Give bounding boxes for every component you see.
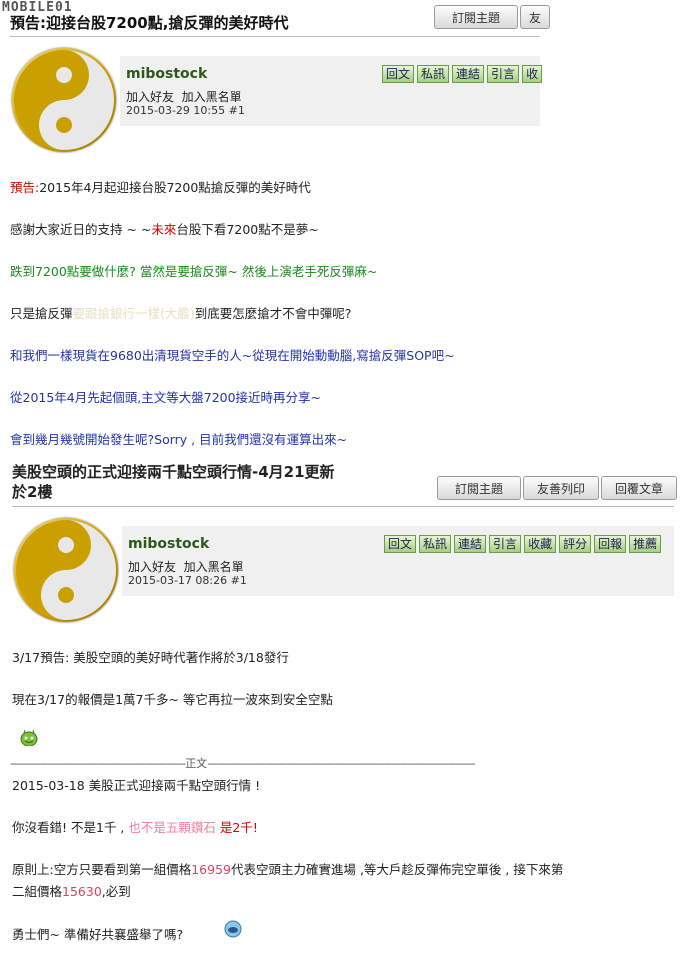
favorite-button-partial[interactable]: 收 <box>522 65 543 83</box>
add-friend-link[interactable]: 加入好友 <box>126 90 174 104</box>
private-message-button[interactable]: 私訊 <box>419 535 452 553</box>
post2-action-buttons: 回文 私訊 連結 引言 收藏 評分 回報 推薦 <box>384 535 664 553</box>
post2-floor[interactable]: #1 <box>231 574 247 587</box>
yin-yang-icon <box>16 520 116 620</box>
post1-line5: 和我們一樣現貨在9680出清現貨空手的人~從現在開始動動腦,寫搶反彈SOP吧~ <box>10 348 455 363</box>
post1-username[interactable]: mibostock <box>126 66 207 82</box>
private-message-button[interactable]: 私訊 <box>417 65 450 83</box>
add-blacklist-link[interactable]: 加入黑名單 <box>182 90 242 104</box>
subscribe-topic-button[interactable]: 訂閱主題 <box>434 5 518 29</box>
add-blacklist-link[interactable]: 加入黑名單 <box>184 560 244 574</box>
post2-line4: 你沒看錯! 不是1千 , 也不是五顆鑽石 是2千! <box>12 817 258 836</box>
post1-toolbar: 訂閱主題 友 <box>434 5 552 29</box>
reply-button[interactable]: 回文 <box>382 65 415 83</box>
post1-line6: 從2015年4月先起個頭,主文等大盤7200接近時再分享~ <box>10 390 322 405</box>
post2-date: 2015-03-17 08:26 #1 <box>128 574 247 587</box>
post1-line3: 跌到7200點要做什麼? 當然是要搶反彈~ 然後上演老手死反彈麻~ <box>10 264 378 279</box>
rate-button[interactable]: 評分 <box>559 535 592 553</box>
reply-article-button[interactable]: 回覆文章 <box>601 476 677 500</box>
yin-yang-icon <box>14 50 114 150</box>
post2-line4-c: 是2千! <box>219 820 258 835</box>
link-button[interactable]: 連結 <box>454 535 487 553</box>
post1-title-divider <box>10 36 540 37</box>
post1-line2-red: 未來 <box>151 222 177 237</box>
link-button[interactable]: 連結 <box>452 65 485 83</box>
post2-line5-number: 16959 <box>191 862 231 877</box>
post1-line2-a: 感謝大家近日的支持 ~ ~ <box>10 222 152 237</box>
post1-user-links: 加入好友 加入黑名單 <box>126 88 242 105</box>
favorite-button[interactable]: 收藏 <box>524 535 557 553</box>
divider-label: 正文 <box>185 757 208 770</box>
post1-title: 預告:迎接台股7200點,搶反彈的美好時代 <box>10 14 289 32</box>
post1-line2: 感謝大家近日的支持 ~ ~未來台股下看7200點不是夢~ <box>10 219 319 238</box>
post1-line4-faint: 要跟搶銀行一樣(大膽) <box>72 306 195 321</box>
post1-line2-b: 台股下看7200點不是夢~ <box>176 222 319 237</box>
post2-line6-b: ,必到 <box>101 884 131 899</box>
post1-action-buttons: 回文 私訊 連結 引言 收 <box>382 65 545 83</box>
post2-line1: 3/17預告: 美股空頭的美好時代著作將於3/18發行 <box>12 650 289 665</box>
post2-datetime: 2015-03-17 08:26 <box>128 574 228 587</box>
post2-line3: 2015-03-18 美股正式迎接兩千點空頭行情 ! <box>12 778 261 793</box>
post2-line4-b: 也不是五顆鑽石 <box>128 820 216 835</box>
post2-title: 美股空頭的正式迎接兩千點空頭行情-4月21更新 於2樓 <box>12 462 335 502</box>
post2-line6: 二組價格15630,必到 <box>12 881 131 900</box>
post2-line5-a: 原則上:空方只要看到第一組價格 <box>12 862 192 877</box>
post2-line4-a: 你沒看錯! 不是1千 , <box>12 820 125 835</box>
reply-button[interactable]: 回文 <box>384 535 417 553</box>
post1-date: 2015-03-29 10:55 #1 <box>126 104 245 117</box>
subscribe-topic-button[interactable]: 訂閱主題 <box>437 476 521 500</box>
post1-line7: 會到幾月幾號開始發生呢?Sorry , 目前我們還沒有運算出來~ <box>10 432 348 447</box>
divider-left: ----------------------------------------… <box>10 757 186 770</box>
divider-right: ----------------------------------------… <box>207 757 475 770</box>
post2-avatar[interactable] <box>14 518 118 622</box>
post2-title-divider <box>12 506 674 507</box>
post1-line1-text: 2015年4月起迎接台股7200點搶反彈的美好時代 <box>39 180 311 195</box>
post2-line6-number: 15630 <box>62 884 102 899</box>
post1-line1: 預告:2015年4月起迎接台股7200點搶反彈的美好時代 <box>10 177 311 196</box>
post2-line7: 勇士們~ 準備好共襄盛舉了嗎? <box>12 927 184 942</box>
post1-line4-b: 到底要怎麼搶才不會中彈呢? <box>194 306 352 321</box>
post2-username[interactable]: mibostock <box>128 536 209 552</box>
post2-toolbar: 訂閱主題 友善列印 回覆文章 <box>437 476 679 500</box>
post2-user-links: 加入好友 加入黑名單 <box>128 558 244 575</box>
body-divider: ----------------------------------------… <box>10 755 475 771</box>
preview-label: 預告: <box>10 180 40 195</box>
post1-floor[interactable]: #1 <box>229 104 245 117</box>
recommend-button[interactable]: 推薦 <box>629 535 662 553</box>
post2-title-line2: 於2樓 <box>12 483 53 501</box>
post1-line4: 只是搶反彈要跟搶銀行一樣(大膽)到底要怎麼搶才不會中彈呢? <box>10 303 351 322</box>
add-friend-link[interactable]: 加入好友 <box>128 560 176 574</box>
blue-smiley-icon <box>224 920 242 938</box>
post2-title-line1: 美股空頭的正式迎接兩千點空頭行情-4月21更新 <box>12 463 335 481</box>
post1-datetime: 2015-03-29 10:55 <box>126 104 226 117</box>
green-smiley-icon <box>20 729 38 747</box>
quote-button[interactable]: 引言 <box>489 535 522 553</box>
post2-line6-a: 二組價格 <box>12 884 63 899</box>
post1-line4-a: 只是搶反彈 <box>10 306 73 321</box>
quote-button[interactable]: 引言 <box>487 65 520 83</box>
report-button[interactable]: 回報 <box>594 535 627 553</box>
post2-line5-b: 代表空頭主力確實進場 ,等大戶趁反彈佈完空單後 , 接下來第 <box>230 862 564 877</box>
post2-line5: 原則上:空方只要看到第一組價格16959代表空頭主力確實進場 ,等大戶趁反彈佈完… <box>12 859 563 878</box>
print-button-partial[interactable]: 友 <box>520 5 550 29</box>
printer-friendly-button[interactable]: 友善列印 <box>523 476 599 500</box>
post1-avatar[interactable] <box>12 48 116 152</box>
post2-line2: 現在3/17的報價是1萬7千多~ 等它再拉一波來到安全空點 <box>12 692 333 707</box>
